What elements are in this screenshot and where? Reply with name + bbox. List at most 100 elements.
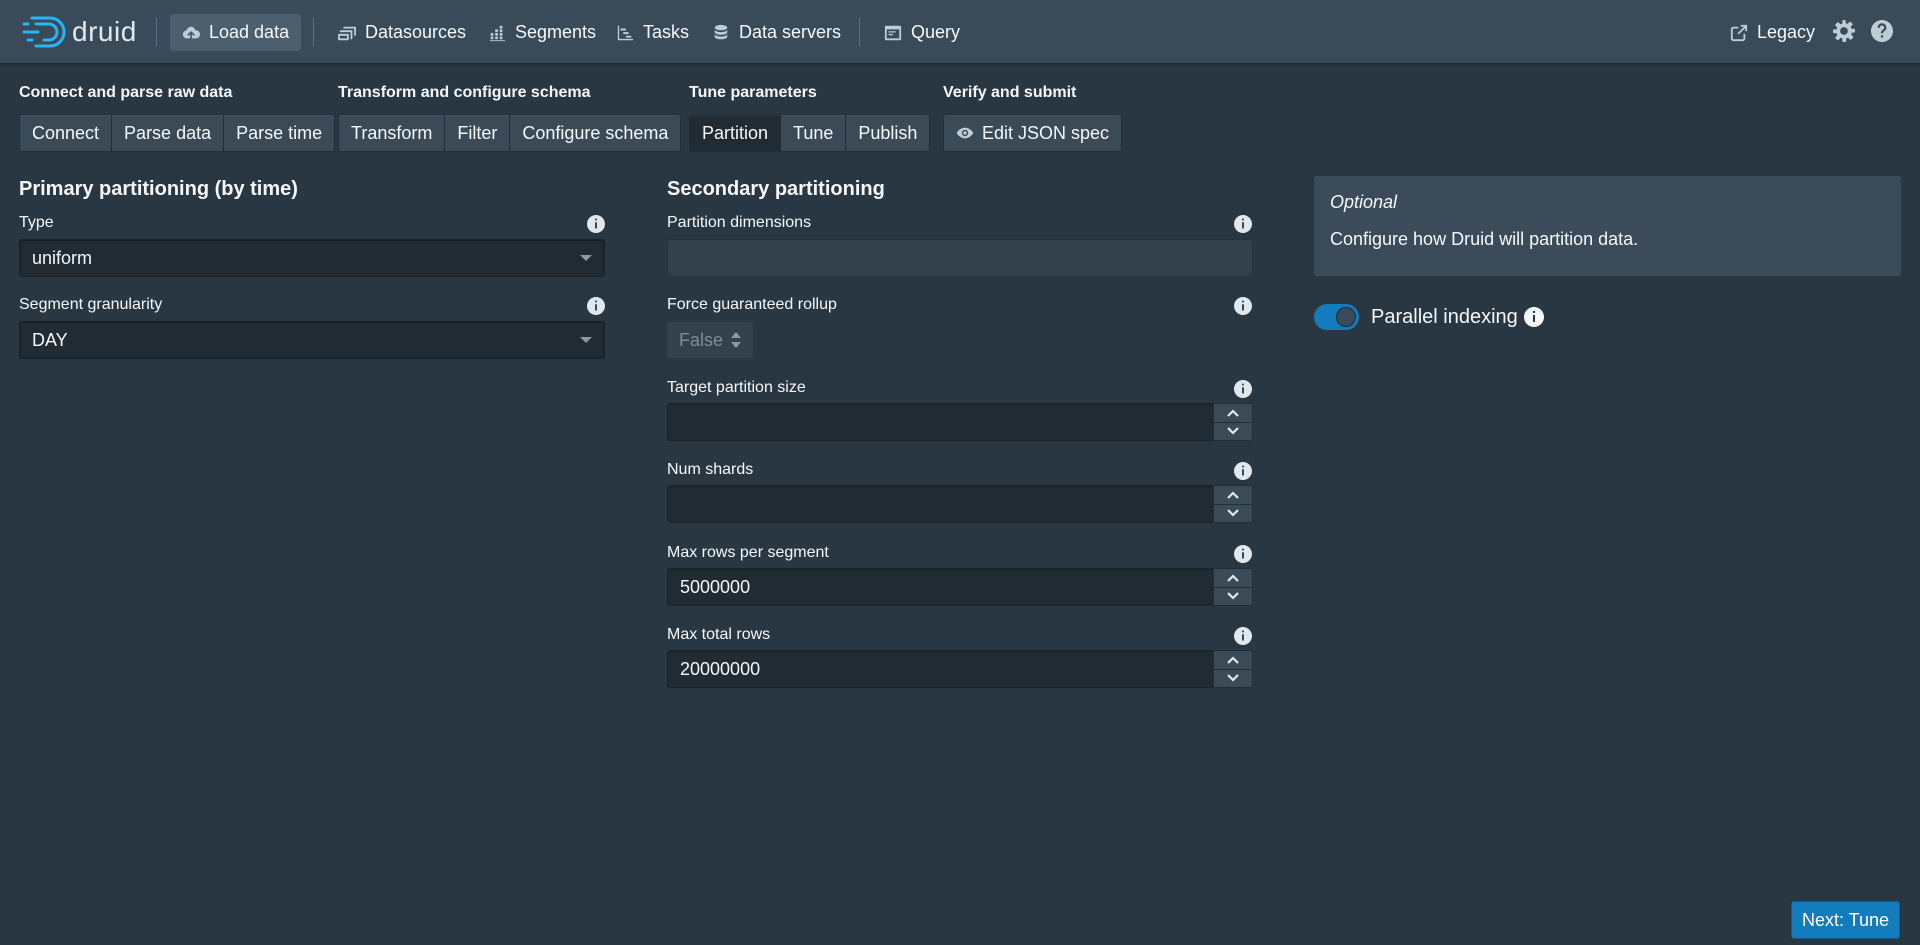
step-transform-button[interactable]: Transform — [338, 114, 445, 152]
partition-dimensions-label: Partition dimensions — [667, 214, 812, 231]
nav-legacy[interactable]: Legacy — [1718, 14, 1827, 51]
max-rows-per-segment-stepper — [1213, 568, 1253, 606]
max-rows-per-segment-label: Max rows per segment — [667, 544, 829, 561]
decrement-button[interactable] — [1213, 421, 1253, 441]
info-icon[interactable] — [1234, 380, 1252, 398]
step-title: Transform and configure schema — [338, 84, 591, 101]
force-guaranteed-rollup-select[interactable]: False — [667, 322, 754, 358]
increment-button[interactable] — [1213, 568, 1253, 587]
step-group-connect: Connect and parse raw data Connect Parse… — [19, 84, 336, 152]
chevron-down-icon — [1227, 427, 1239, 435]
nav-segments-label: Segments — [515, 22, 597, 42]
caret-down-icon — [580, 255, 592, 261]
nav-segments[interactable]: Segments — [476, 14, 608, 51]
force-guaranteed-rollup-label: Force guaranteed rollup — [667, 296, 837, 313]
segment-granularity-value: DAY — [32, 329, 68, 350]
step-tune-button[interactable]: Tune — [780, 114, 846, 152]
cloud-upload-icon — [182, 26, 200, 38]
nav-load-data[interactable]: Load data — [170, 14, 302, 51]
decrement-button[interactable] — [1213, 586, 1253, 606]
info-icon[interactable] — [1523, 307, 1544, 327]
nav-data-servers-label: Data servers — [739, 22, 842, 42]
primary-partitioning-heading: Primary partitioning (by time) — [19, 178, 298, 200]
nav-datasources-label: Datasources — [365, 22, 467, 42]
step-edit-json-spec-button[interactable]: Edit JSON spec — [943, 114, 1123, 152]
secondary-partitioning-heading: Secondary partitioning — [667, 178, 885, 200]
increment-button[interactable] — [1213, 403, 1253, 422]
step-button-group: Edit JSON spec — [943, 114, 1123, 152]
target-partition-size-input[interactable] — [667, 403, 1214, 441]
step-title: Connect and parse raw data — [19, 84, 233, 101]
info-icon[interactable] — [1234, 462, 1252, 480]
max-total-rows-label: Max total rows — [667, 626, 771, 643]
type-select-value: uniform — [32, 247, 93, 268]
nav-query-label: Query — [911, 22, 961, 42]
double-caret-vertical-icon — [731, 332, 742, 348]
share-icon — [1730, 24, 1748, 41]
num-shards-label: Num shards — [667, 461, 754, 478]
num-shards-input[interactable] — [667, 485, 1214, 523]
step-parse-data-button[interactable]: Parse data — [111, 114, 224, 152]
druid-logo-icon — [22, 16, 66, 48]
nav-data-servers[interactable]: Data servers — [700, 14, 853, 51]
eye-icon — [956, 127, 974, 139]
optional-callout: Optional Configure how Druid will partit… — [1314, 176, 1901, 276]
druid-logo[interactable]: druid — [22, 14, 137, 50]
chevron-up-icon — [1227, 656, 1239, 664]
nav-tasks-label: Tasks — [643, 22, 690, 42]
next-tune-button[interactable]: Next: Tune — [1791, 901, 1900, 939]
info-icon[interactable] — [1234, 215, 1252, 233]
nav-load-data-label: Load data — [209, 22, 290, 42]
max-rows-per-segment-input[interactable] — [667, 568, 1214, 606]
cog-icon — [1833, 20, 1855, 42]
nav-query[interactable]: Query — [872, 14, 972, 51]
parallel-indexing-switch[interactable] — [1314, 304, 1359, 330]
num-shards-stepper — [1213, 485, 1253, 523]
info-icon[interactable] — [587, 215, 605, 233]
step-connect-button[interactable]: Connect — [19, 114, 112, 152]
info-icon[interactable] — [587, 297, 605, 315]
step-partition-button[interactable]: Partition — [689, 114, 781, 152]
max-total-rows-stepper — [1213, 650, 1253, 688]
type-label: Type — [19, 214, 54, 231]
help-button[interactable] — [1870, 19, 1894, 43]
nav-legacy-label: Legacy — [1757, 22, 1816, 42]
callout-title: Optional — [1330, 192, 1398, 212]
callout-text: Configure how Druid will partition data. — [1330, 229, 1639, 249]
step-publish-button[interactable]: Publish — [845, 114, 931, 152]
parallel-indexing-row: Parallel indexing — [1314, 304, 1544, 330]
decrement-button[interactable] — [1213, 503, 1253, 523]
step-button-group: Connect Parse data Parse time — [19, 114, 336, 152]
parallel-indexing-label: Parallel indexing — [1371, 305, 1518, 328]
help-icon — [1871, 20, 1893, 42]
multi-select-icon — [338, 26, 356, 40]
info-icon[interactable] — [1234, 545, 1252, 563]
increment-button[interactable] — [1213, 485, 1253, 504]
partition-dimensions-input[interactable] — [667, 239, 1253, 277]
type-select[interactable]: uniform — [19, 239, 605, 277]
step-configure-schema-button[interactable]: Configure schema — [509, 114, 682, 152]
info-icon[interactable] — [1234, 627, 1252, 645]
step-parse-time-button[interactable]: Parse time — [223, 114, 336, 152]
nav-divider — [156, 18, 157, 46]
nav-divider — [859, 18, 860, 46]
force-guaranteed-rollup-value: False — [679, 329, 724, 350]
increment-button[interactable] — [1213, 650, 1253, 669]
chevron-down-icon — [1227, 592, 1239, 600]
gantt-chart-icon — [617, 25, 634, 40]
max-total-rows-input[interactable] — [667, 650, 1214, 688]
chevron-up-icon — [1227, 409, 1239, 417]
segment-granularity-select[interactable]: DAY — [19, 321, 605, 359]
settings-button[interactable] — [1832, 19, 1856, 43]
nav-datasources[interactable]: Datasources — [326, 14, 478, 51]
info-icon[interactable] — [1234, 297, 1252, 315]
nav-tasks[interactable]: Tasks — [604, 14, 701, 51]
step-filter-button[interactable]: Filter — [444, 114, 510, 152]
chevron-down-icon — [1227, 509, 1239, 517]
decrement-button[interactable] — [1213, 668, 1253, 688]
edit-json-spec-label: Edit JSON spec — [982, 122, 1110, 143]
database-icon — [714, 24, 728, 39]
step-button-group: Partition Tune Publish — [689, 114, 931, 152]
application-icon — [884, 25, 902, 40]
step-title: Verify and submit — [943, 84, 1077, 101]
